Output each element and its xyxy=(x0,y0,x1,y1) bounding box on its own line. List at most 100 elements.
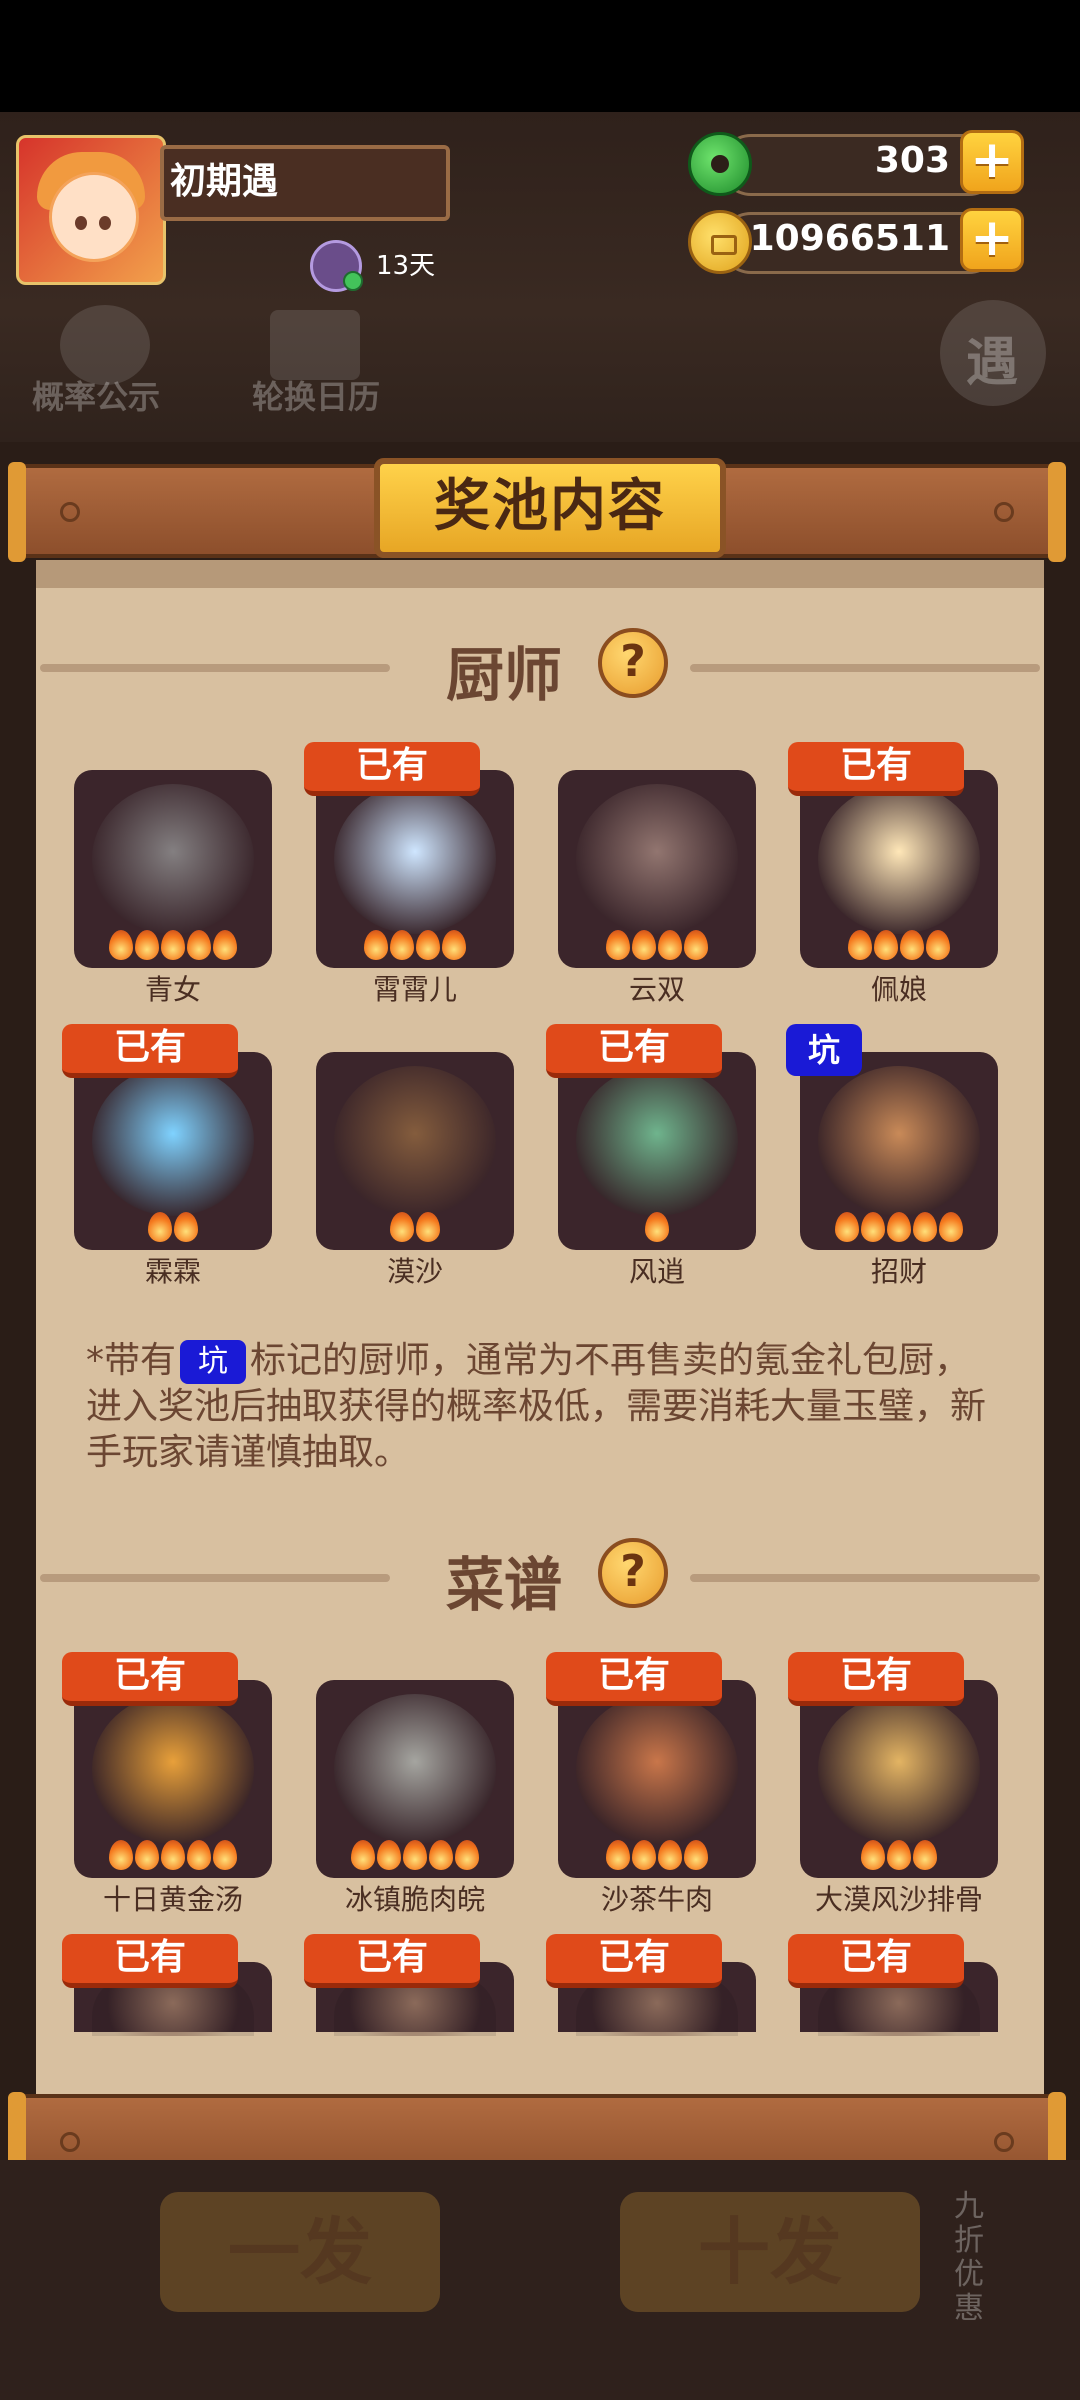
chef-portrait xyxy=(92,1066,254,1216)
recipe-portrait xyxy=(818,1694,980,1844)
chef-name: 霖霖 xyxy=(144,1255,201,1288)
owned-badge: 已有 xyxy=(546,1934,722,1988)
flame-icon xyxy=(213,930,237,960)
owned-badge: 已有 xyxy=(304,1934,480,1988)
owned-badge: 已有 xyxy=(788,742,964,796)
chef-portrait xyxy=(576,1066,738,1216)
rarity-flames xyxy=(316,930,514,964)
pit-badge: 坑 xyxy=(786,1024,862,1076)
flame-icon xyxy=(187,930,211,960)
chef-card[interactable] xyxy=(800,770,998,968)
owned-badge: 已有 xyxy=(788,1652,964,1706)
chef-card[interactable] xyxy=(316,1052,514,1250)
flame-icon xyxy=(442,930,466,960)
flame-icon xyxy=(606,1840,630,1870)
flame-icon xyxy=(861,1840,885,1870)
flame-icon xyxy=(148,1212,172,1242)
rarity-flames xyxy=(74,1212,272,1246)
flame-icon xyxy=(645,1212,669,1242)
flame-icon xyxy=(135,1840,159,1870)
ten-draw-button: 十发 xyxy=(620,2192,920,2312)
flame-icon xyxy=(684,1840,708,1870)
flame-icon xyxy=(632,930,656,960)
recipe-portrait xyxy=(334,1694,496,1844)
recipe-card[interactable] xyxy=(74,1680,272,1878)
flame-icon xyxy=(351,1840,375,1870)
flame-icon xyxy=(455,1840,479,1870)
flame-icon xyxy=(874,930,898,960)
chef-portrait xyxy=(818,1066,980,1216)
owned-badge: 已有 xyxy=(546,1024,722,1078)
flame-icon xyxy=(174,1212,198,1242)
pit-chef-note: *带有坑标记的厨师，通常为不再售卖的氪金礼包厨，进入奖池后抽取获得的概率极低，需… xyxy=(86,1338,1006,1476)
flame-icon xyxy=(390,1212,414,1242)
add-gold-button[interactable]: + xyxy=(960,208,1024,272)
jade-icon xyxy=(688,132,752,196)
flame-icon xyxy=(416,930,440,960)
flame-icon xyxy=(390,930,414,960)
chef-card[interactable] xyxy=(558,770,756,968)
avatar-face xyxy=(49,172,139,262)
status-bar-area xyxy=(0,0,1080,112)
chef-card[interactable] xyxy=(74,1052,272,1250)
chef-help-button[interactable]: ? xyxy=(598,628,668,698)
single-draw-button: 一发 xyxy=(160,2192,440,2312)
login-days-text: 13天 xyxy=(376,251,436,281)
chef-portrait xyxy=(576,784,738,934)
recipe-name: 沙茶牛肉 xyxy=(600,1883,713,1916)
chef-name: 招财 xyxy=(870,1255,927,1288)
flame-icon xyxy=(213,1840,237,1870)
rarity-flames xyxy=(316,1212,514,1246)
owned-badge: 已有 xyxy=(62,1024,238,1078)
avatar-eye xyxy=(99,216,111,230)
flame-icon xyxy=(835,1212,859,1242)
login-days-icon xyxy=(310,240,363,292)
chef-card[interactable] xyxy=(800,1052,998,1250)
player-name: 初期遇 xyxy=(160,145,450,221)
rivet xyxy=(60,502,80,522)
rarity-flames xyxy=(74,1840,272,1874)
chef-name: 漠沙 xyxy=(386,1255,443,1288)
owned-badge: 已有 xyxy=(788,1934,964,1988)
chef-name: 风逍 xyxy=(628,1255,685,1288)
rarity-flames xyxy=(558,930,756,964)
flame-icon xyxy=(861,1212,885,1242)
chef-card[interactable] xyxy=(558,1052,756,1250)
recipe-name: 冰镇脆肉皖 xyxy=(344,1883,485,1916)
avatar-eye xyxy=(75,216,87,230)
discount-tag: 九折优惠 xyxy=(954,2189,984,2326)
add-jade-button[interactable]: + xyxy=(960,130,1024,194)
chef-portrait xyxy=(818,784,980,934)
chef-portrait xyxy=(334,784,496,934)
recipe-help-button[interactable]: ? xyxy=(598,1538,668,1608)
divider-line xyxy=(690,1574,1040,1582)
flame-icon xyxy=(606,930,630,960)
flame-icon xyxy=(377,1840,401,1870)
flame-icon xyxy=(632,1840,656,1870)
divider-line xyxy=(40,664,390,672)
flame-icon xyxy=(135,930,159,960)
rarity-flames xyxy=(74,930,272,964)
flame-icon xyxy=(848,930,872,960)
rarity-flames xyxy=(316,1840,514,1874)
flame-icon xyxy=(900,930,924,960)
player-avatar[interactable] xyxy=(16,135,166,285)
chef-portrait xyxy=(92,784,254,934)
chef-name: 青女 xyxy=(144,973,201,1006)
recipe-card[interactable] xyxy=(800,1680,998,1878)
chef-section-title: 厨师 xyxy=(446,641,563,709)
recipe-card[interactable] xyxy=(316,1680,514,1878)
recipe-card[interactable] xyxy=(558,1680,756,1878)
chef-card[interactable] xyxy=(316,770,514,968)
recipe-portrait xyxy=(576,1694,738,1844)
recipe-name: 十日黄金汤 xyxy=(102,1883,243,1916)
chef-card[interactable] xyxy=(74,770,272,968)
flame-icon xyxy=(161,1840,185,1870)
flame-icon xyxy=(913,1212,937,1242)
rivet xyxy=(994,2132,1014,2152)
flame-icon xyxy=(109,1840,133,1870)
flame-icon xyxy=(887,1212,911,1242)
plank-end xyxy=(1048,462,1066,562)
rarity-flames xyxy=(558,1212,756,1246)
flame-icon xyxy=(187,1840,211,1870)
